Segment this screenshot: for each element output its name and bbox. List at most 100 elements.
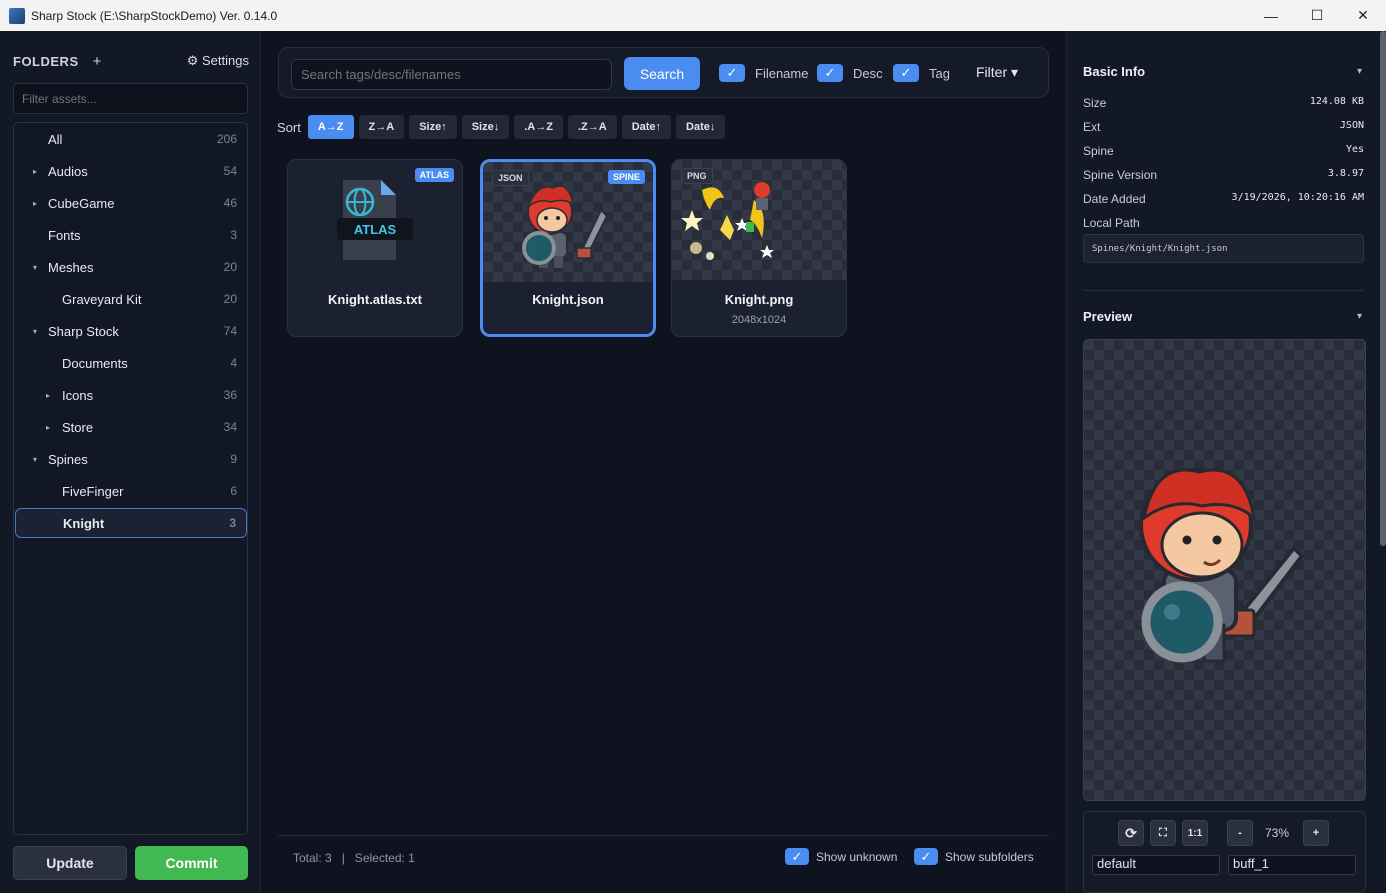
preview-canvas[interactable] [1083, 339, 1366, 801]
sort-option-button[interactable]: Date↓ [676, 115, 726, 139]
tree-item-label: Knight [63, 515, 105, 531]
tree-item-label: Documents [62, 355, 128, 371]
tree-item-count: 54 [223, 164, 237, 178]
fit-screen-icon[interactable]: ⛶ [1150, 820, 1176, 846]
info-value: 3/19/2026, 10:20:16 AM [1231, 192, 1364, 203]
info-row: Date Added 3/19/2026, 10:20:16 AM [1083, 192, 1364, 206]
tree-item[interactable]: FiveFinger 6 [15, 476, 247, 506]
info-value: Yes [1345, 144, 1364, 155]
chevron-icon[interactable]: ▸ [33, 199, 37, 208]
show-subfolders-checkbox[interactable]: ✓ Show subfolders [914, 848, 1034, 865]
tree-item-label: Graveyard Kit [62, 291, 142, 307]
atlas-thumbnail: ATLAS ATLAS [288, 160, 462, 280]
zoom-level: 73% [1265, 826, 1290, 840]
tree-item[interactable]: ▸ CubeGame 46 [15, 188, 247, 218]
chevron-icon[interactable]: ▸ [46, 391, 50, 400]
local-path-field[interactable]: Spines/Knight/Knight.json [1083, 234, 1364, 263]
show-unknown-checkbox[interactable]: ✓ Show unknown [785, 848, 897, 865]
chevron-icon[interactable]: ▾ [33, 455, 37, 464]
tag-checkbox[interactable]: ✓ Tag [893, 64, 950, 82]
zoom-in-button[interactable]: + [1303, 820, 1329, 846]
basic-info-collapse-icon[interactable]: ▾ [1357, 66, 1362, 77]
tree-item-count: 206 [216, 132, 237, 146]
panel-scrollbar[interactable] [1380, 31, 1386, 546]
tree-item[interactable]: ▸ Audios 54 [15, 156, 247, 186]
tree-item[interactable]: Documents 4 [15, 348, 247, 378]
zoom-out-button[interactable]: - [1227, 820, 1253, 846]
animation-select[interactable]: buff_1 [1228, 855, 1356, 875]
check-icon: ✓ [893, 64, 919, 82]
desc-checkbox[interactable]: ✓ Desc [817, 64, 883, 82]
tree-item[interactable]: Fonts 3 [15, 220, 247, 250]
image-dimensions: 2048x1024 [731, 314, 787, 326]
tree-item[interactable]: Graveyard Kit 20 [15, 284, 247, 314]
show-unknown-label: Show unknown [816, 849, 898, 864]
preview-title: Preview [1083, 309, 1133, 324]
desc-label: Desc [853, 65, 883, 81]
add-folder-button[interactable]: + [93, 53, 102, 70]
tree-item-label: Icons [62, 387, 94, 403]
tree-item[interactable]: ▾ Spines 9 [15, 444, 247, 474]
tree-item-label: All [48, 131, 63, 147]
preview-collapse-icon[interactable]: ▾ [1357, 311, 1362, 322]
search-button[interactable]: Search [624, 57, 700, 90]
tree-item[interactable]: ▾ Meshes 20 [15, 252, 247, 282]
tree-item-label: FiveFinger [62, 483, 124, 499]
filter-dropdown[interactable]: Filter ▾ [976, 64, 1018, 81]
close-icon[interactable]: ✕ [1340, 0, 1386, 31]
chevron-icon[interactable]: ▸ [33, 167, 37, 176]
tree-item-count: 4 [230, 356, 237, 370]
sort-option-button[interactable]: Size↓ [461, 115, 510, 139]
tree-item[interactable]: ▾ Sharp Stock 74 [15, 316, 247, 346]
skin-select[interactable]: default [1092, 855, 1220, 875]
update-button[interactable]: Update [13, 846, 127, 880]
info-label: Spine Version [1083, 168, 1158, 182]
chevron-icon[interactable]: ▾ [33, 263, 37, 272]
tree-item-count: 74 [223, 324, 237, 338]
commit-button[interactable]: Commit [135, 846, 248, 880]
settings-button[interactable]: ⚙ Settings [187, 53, 249, 69]
maximize-icon[interactable]: ☐ [1294, 0, 1340, 31]
filename-label: Filename [755, 65, 809, 81]
tree-item-count: 34 [223, 420, 237, 434]
divider [1083, 290, 1364, 291]
preview-toolbar: ⟳ ⛶ 1:1 - 73% + default buff_1 [1083, 811, 1366, 893]
tree-item-label: Meshes [48, 259, 94, 275]
actual-size-button[interactable]: 1:1 [1182, 820, 1208, 846]
show-subfolders-label: Show subfolders [945, 849, 1034, 864]
filter-assets-input[interactable] [13, 83, 248, 114]
minimize-icon[interactable]: — [1248, 0, 1294, 31]
sort-option-button[interactable]: Date↑ [621, 115, 672, 139]
asset-card-png[interactable]: PNG Knight.png 2048x1024 [671, 159, 847, 337]
sort-option-button[interactable]: .A→Z [514, 115, 563, 139]
sort-option-button[interactable]: Size↑ [409, 115, 457, 139]
ext-badge: JSON [492, 170, 529, 186]
chevron-icon[interactable]: ▾ [33, 327, 37, 336]
tree-item[interactable]: ▸ Store 34 [15, 412, 247, 442]
chevron-icon[interactable]: ▸ [46, 423, 50, 432]
sort-option-button[interactable]: .Z→A [567, 115, 617, 139]
reload-icon[interactable]: ⟳ [1118, 820, 1144, 846]
sort-option-button[interactable]: A→Z [307, 115, 354, 139]
sidebar-header: FOLDERS + ⚙ Settings [13, 51, 249, 71]
asset-browser: Search ✓ Filename ✓ Desc ✓ Tag Filter ▾ … [262, 31, 1066, 893]
search-input[interactable] [291, 59, 612, 90]
tree-item-label: Store [62, 419, 94, 435]
sort-option-button[interactable]: Z→A [358, 115, 405, 139]
asset-card-json[interactable]: JSON SPINE Knight.json [480, 159, 656, 337]
filename-checkbox[interactable]: ✓ Filename [719, 64, 808, 82]
tree-item-label: CubeGame [48, 195, 115, 211]
asset-card-atlas[interactable]: ATLAS ATLAS Knight.atlas.txt [287, 159, 463, 337]
window-controls: — ☐ ✕ [1248, 0, 1386, 31]
tree-item[interactable]: ▸ Icons 36 [15, 380, 247, 410]
tree-item-label: Sharp Stock [48, 323, 119, 339]
title-bar: Sharp Stock (E:\SharpStockDemo) Ver. 0.1… [0, 0, 1386, 31]
app-icon [9, 7, 25, 24]
info-row: Ext JSON [1083, 120, 1364, 134]
tree-item[interactable]: All 206 [15, 124, 247, 154]
search-bar: Search ✓ Filename ✓ Desc ✓ Tag Filter ▾ [278, 47, 1049, 98]
tree-item[interactable]: Knight 3 [15, 508, 247, 538]
knight-preview-icon [1139, 468, 1305, 663]
tree-item-count: 20 [223, 260, 237, 274]
tree-item-label: Fonts [48, 227, 81, 243]
